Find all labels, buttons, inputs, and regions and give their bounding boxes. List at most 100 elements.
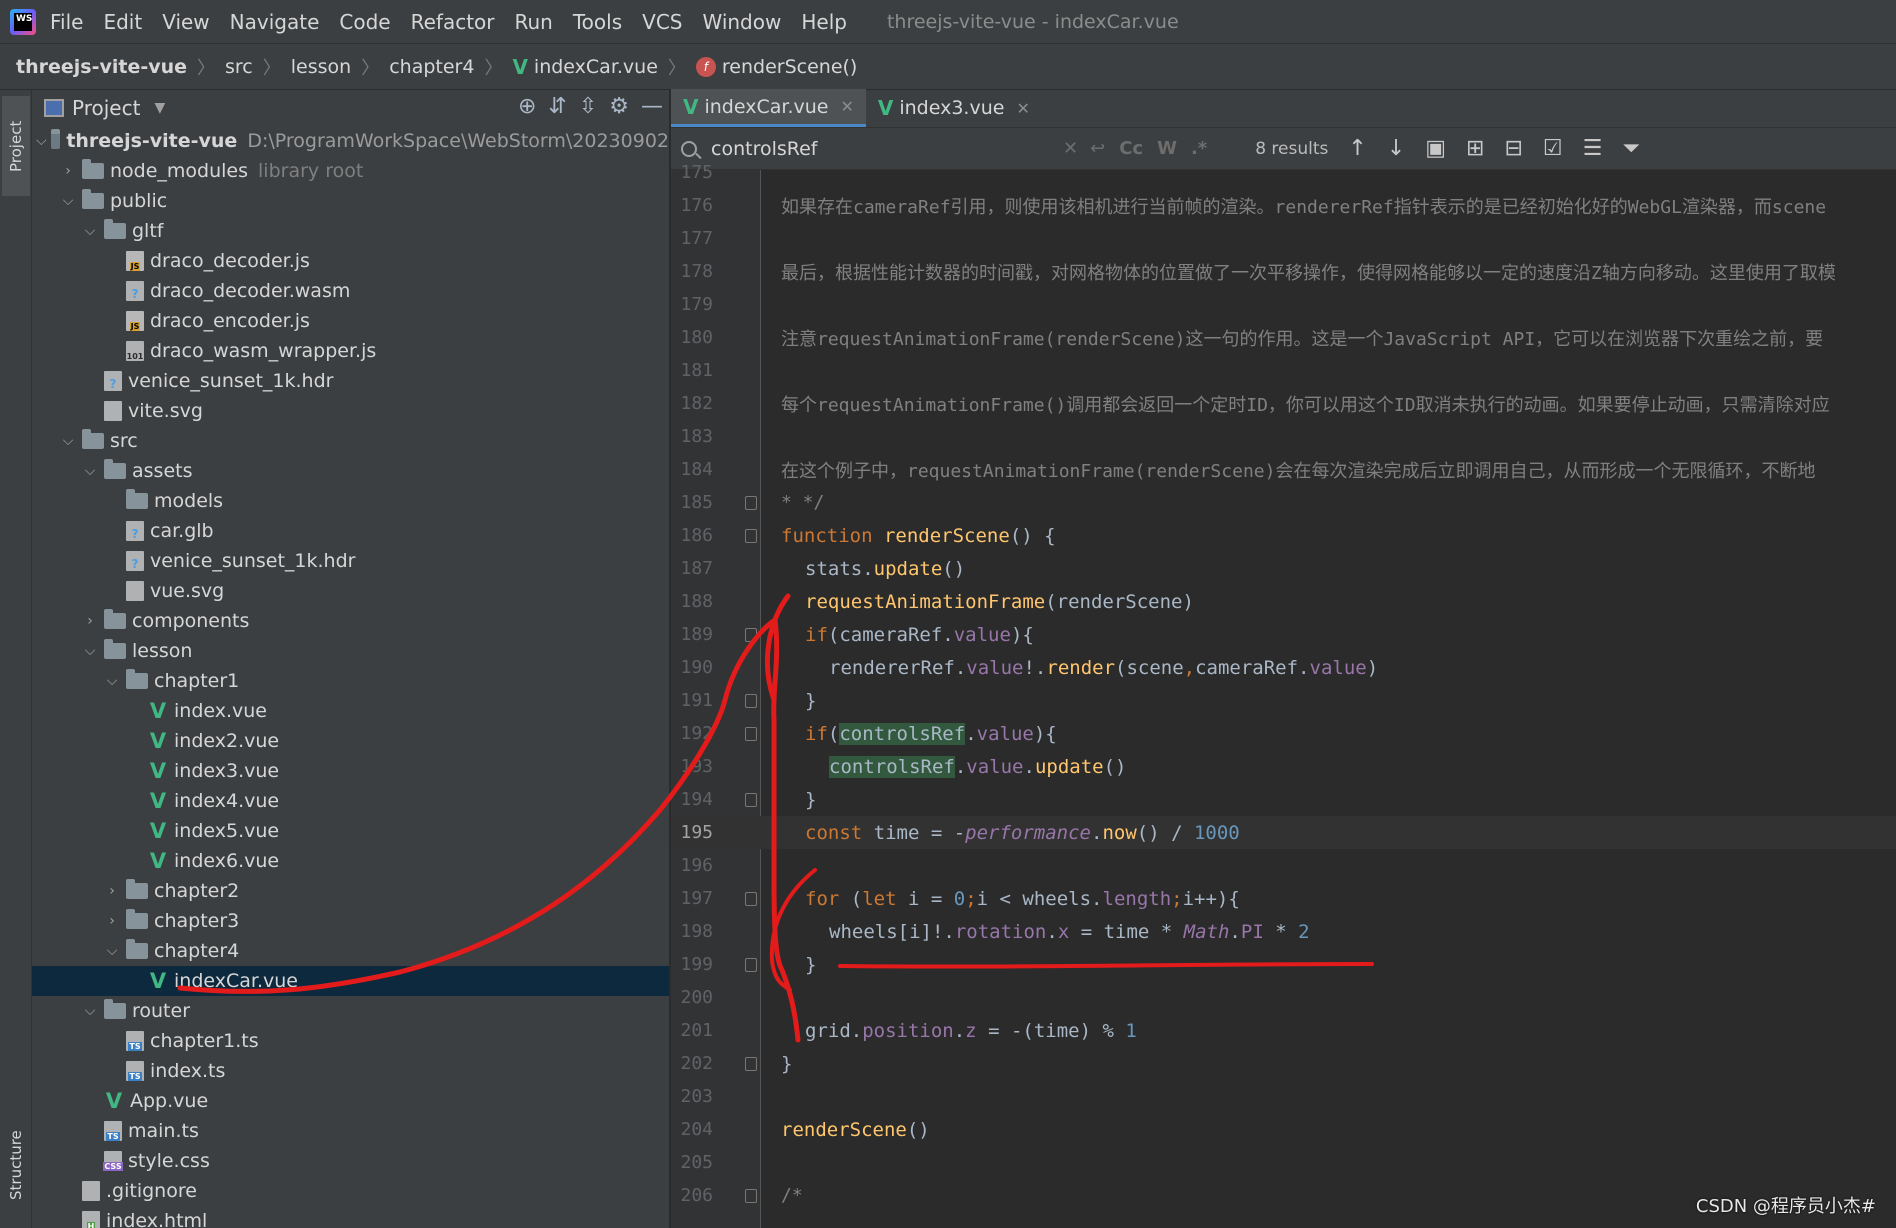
chevron-right-icon[interactable]: › bbox=[102, 913, 122, 929]
fold-marker-icon[interactable] bbox=[745, 496, 757, 510]
chevron-right-icon[interactable]: › bbox=[102, 883, 122, 899]
breadcrumb-function[interactable]: f renderScene() bbox=[695, 56, 857, 78]
menu-tools[interactable]: Tools bbox=[573, 10, 622, 34]
tree-item-components[interactable]: › components bbox=[32, 606, 669, 636]
tree-item-chapter2[interactable]: › chapter2 bbox=[32, 876, 669, 906]
tree-item-file[interactable]: TS index.ts bbox=[32, 1056, 669, 1086]
tree-item-chapter3[interactable]: › chapter3 bbox=[32, 906, 669, 936]
chevron-right-icon[interactable]: › bbox=[58, 163, 78, 179]
breadcrumb-project[interactable]: threejs-vite-vue bbox=[16, 56, 187, 78]
tree-item-file[interactable]: Vindex6.vue bbox=[32, 846, 669, 876]
breadcrumb-chapter4[interactable]: chapter4 bbox=[389, 56, 474, 78]
fold-marker-icon[interactable] bbox=[745, 958, 757, 972]
close-icon[interactable]: ✕ bbox=[1016, 99, 1029, 118]
tree-item-file[interactable]: V App.vue bbox=[32, 1086, 669, 1116]
tree-item-file[interactable]: vite.svg bbox=[32, 396, 669, 426]
chevron-down-icon[interactable]: ⌵ bbox=[80, 1003, 100, 1019]
tree-item-router[interactable]: ⌵ router bbox=[32, 996, 669, 1026]
tab-index3[interactable]: V index3.vue ✕ bbox=[866, 89, 1042, 127]
tree-item-file[interactable]: Hindex.html bbox=[32, 1206, 669, 1228]
fold-marker-icon[interactable] bbox=[745, 694, 757, 708]
chevron-down-icon[interactable]: ⌵ bbox=[102, 943, 122, 959]
tree-item-file[interactable]: ? draco_decoder.wasm bbox=[32, 276, 669, 306]
chevron-down-icon[interactable]: ⌵ bbox=[36, 133, 47, 149]
token: () / bbox=[1136, 821, 1194, 844]
menu-window[interactable]: Window bbox=[702, 10, 781, 34]
breadcrumb-src[interactable]: src bbox=[225, 56, 253, 78]
tree-item-file[interactable]: 101 draco_wasm_wrapper.js bbox=[32, 336, 669, 366]
fold-marker-icon[interactable] bbox=[745, 1057, 757, 1071]
token: wheels[i]!. bbox=[829, 920, 955, 943]
tree-item-file[interactable]: JS draco_decoder.js bbox=[32, 246, 669, 276]
code-editor[interactable]: 175 176 如果存在cameraRef引用，则使用该相机进行当前帧的渲染。re… bbox=[671, 162, 1896, 1228]
tree-item-public[interactable]: ⌵ public bbox=[32, 186, 669, 216]
breadcrumb-file[interactable]: VindexCar.vue bbox=[512, 55, 657, 79]
tree-item-src[interactable]: ⌵ src bbox=[32, 426, 669, 456]
chevron-down-icon[interactable]: ⌵ bbox=[80, 643, 100, 659]
menu-vcs[interactable]: VCS bbox=[642, 10, 682, 34]
menu-run[interactable]: Run bbox=[515, 10, 553, 34]
tree-item-selected-file[interactable]: VindexCar.vue bbox=[32, 966, 669, 996]
tree-item-file[interactable]: Vindex5.vue bbox=[32, 816, 669, 846]
tree-item-file[interactable]: TS chapter1.ts bbox=[32, 1026, 669, 1056]
project-panel-title[interactable]: Project bbox=[72, 96, 140, 120]
chevron-down-icon[interactable]: ⌵ bbox=[58, 433, 78, 449]
webstorm-logo-icon[interactable]: WS bbox=[10, 8, 36, 35]
tree-item-file[interactable]: Vindex3.vue bbox=[32, 756, 669, 786]
close-icon[interactable]: ✕ bbox=[840, 97, 853, 116]
tree-item-file[interactable]: vue.svg bbox=[32, 576, 669, 606]
chevron-down-icon[interactable]: ⌵ bbox=[80, 463, 100, 479]
chevron-down-icon[interactable]: ⌵ bbox=[58, 193, 78, 209]
fold-marker-icon[interactable] bbox=[745, 793, 757, 807]
tree-item-file[interactable]: JS draco_encoder.js bbox=[32, 306, 669, 336]
menu-refactor[interactable]: Refactor bbox=[411, 10, 495, 34]
token: = time * bbox=[1069, 920, 1184, 943]
fold-marker-icon[interactable] bbox=[745, 628, 757, 642]
tab-indexcar[interactable]: V indexCar.vue ✕ bbox=[671, 89, 866, 127]
tree-item-assets[interactable]: ⌵ assets bbox=[32, 456, 669, 486]
menu-code[interactable]: Code bbox=[339, 10, 390, 34]
tool-tab-structure[interactable]: Structure bbox=[2, 1110, 30, 1220]
tree-item-models[interactable]: models bbox=[32, 486, 669, 516]
tree-item-node-modules[interactable]: › node_modules library root bbox=[32, 156, 669, 186]
menu-navigate[interactable]: Navigate bbox=[230, 10, 320, 34]
token: , bbox=[1183, 656, 1196, 679]
fold-marker-icon[interactable] bbox=[745, 727, 757, 741]
settings-gear-icon[interactable]: ⚙ bbox=[609, 94, 629, 119]
collapse-all-icon[interactable]: ⇳ bbox=[579, 94, 597, 119]
dropdown-icon[interactable]: ▼ bbox=[154, 100, 165, 116]
chevron-right-icon[interactable]: › bbox=[80, 613, 100, 629]
tree-item-file[interactable]: .gitignore bbox=[32, 1176, 669, 1206]
tree-item-file[interactable]: TS main.ts bbox=[32, 1116, 669, 1146]
tree-item-file[interactable]: Vindex.vue bbox=[32, 696, 669, 726]
tree-item-file[interactable]: Vindex4.vue bbox=[32, 786, 669, 816]
tool-tab-project[interactable]: Project bbox=[2, 96, 30, 196]
chevron-down-icon[interactable]: ⌵ bbox=[102, 673, 122, 689]
vue-file-icon: V bbox=[149, 699, 167, 723]
fold-marker-icon[interactable] bbox=[745, 1189, 757, 1203]
chevron-down-icon[interactable]: ⌵ bbox=[80, 223, 100, 239]
tree-item-file[interactable]: Vindex2.vue bbox=[32, 726, 669, 756]
tree-item-lesson[interactable]: ⌵ lesson bbox=[32, 636, 669, 666]
locate-file-icon[interactable]: ⊕ bbox=[518, 94, 536, 119]
project-tree: ⌵ threejs-vite-vue D:\ProgramWorkSpace\Web… bbox=[32, 126, 669, 1228]
hide-panel-icon[interactable]: — bbox=[641, 94, 663, 119]
breadcrumb-lesson[interactable]: lesson bbox=[291, 56, 351, 78]
tree-item-file[interactable]: ? car.glb bbox=[32, 516, 669, 546]
menu-help[interactable]: Help bbox=[801, 10, 847, 34]
tree-item-file[interactable]: ? venice_sunset_1k.hdr bbox=[32, 366, 669, 396]
tree-item-root[interactable]: ⌵ threejs-vite-vue D:\ProgramWorkSpace\Web… bbox=[32, 126, 669, 156]
tree-item-file[interactable]: CSS style.css bbox=[32, 1146, 669, 1176]
menu-edit[interactable]: Edit bbox=[103, 10, 142, 34]
tree-item-chapter1[interactable]: ⌵ chapter1 bbox=[32, 666, 669, 696]
expand-all-icon[interactable]: ⇵ bbox=[548, 94, 566, 119]
fold-marker-icon[interactable] bbox=[745, 529, 757, 543]
token: for bbox=[805, 887, 840, 910]
menu-file[interactable]: File bbox=[50, 10, 83, 34]
token: Math bbox=[1183, 920, 1230, 943]
tree-item-chapter4[interactable]: ⌵ chapter4 bbox=[32, 936, 669, 966]
menu-view[interactable]: View bbox=[162, 10, 209, 34]
tree-item-gltf[interactable]: ⌵ gltf bbox=[32, 216, 669, 246]
tree-item-file[interactable]: ? venice_sunset_1k.hdr bbox=[32, 546, 669, 576]
fold-marker-icon[interactable] bbox=[745, 892, 757, 906]
